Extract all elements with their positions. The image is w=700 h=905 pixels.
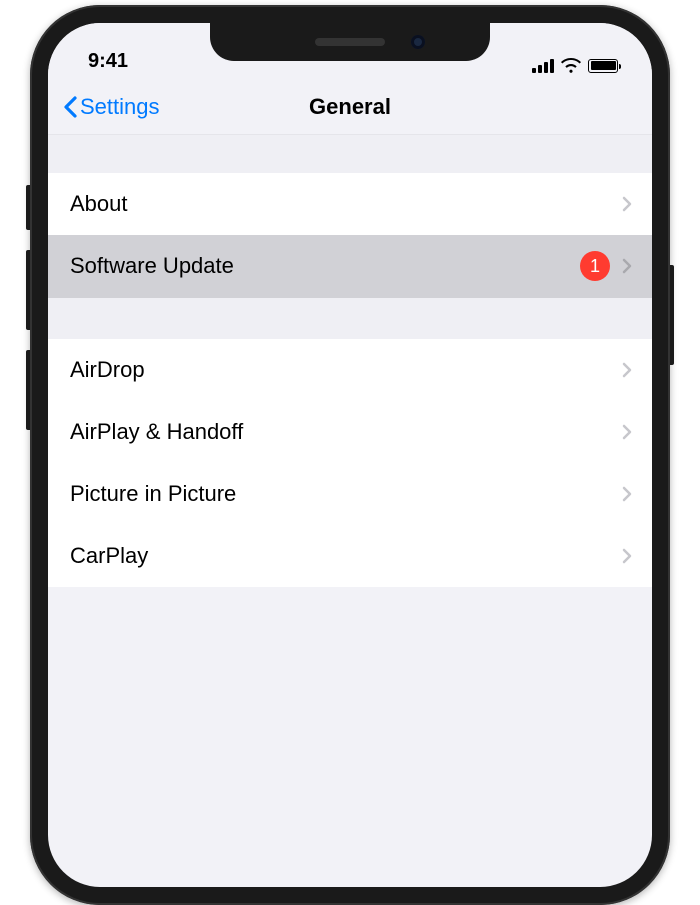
settings-group-2: AirDrop AirPlay & Handoff Picture in Pic… [48,339,652,587]
screen: 9:41 Settings General [48,23,652,887]
side-button [670,265,674,365]
row-label: CarPlay [70,543,622,569]
notch [210,23,490,61]
chevron-right-icon [622,362,632,378]
row-airdrop[interactable]: AirDrop [48,339,652,401]
row-picture-in-picture[interactable]: Picture in Picture [48,463,652,525]
row-carplay[interactable]: CarPlay [48,525,652,587]
chevron-right-icon [622,424,632,440]
status-time: 9:41 [88,50,128,73]
chevron-right-icon [622,548,632,564]
chevron-right-icon [622,486,632,502]
row-label: AirDrop [70,357,622,383]
speaker-grille [315,38,385,46]
back-button[interactable]: Settings [62,94,160,120]
settings-group-1: About Software Update 1 [48,173,652,297]
phone-frame: 9:41 Settings General [30,5,670,905]
cellular-signal-icon [532,59,554,73]
row-airplay-handoff[interactable]: AirPlay & Handoff [48,401,652,463]
back-label: Settings [80,94,160,120]
row-about[interactable]: About [48,173,652,235]
row-label: Software Update [70,253,580,279]
notification-badge: 1 [580,251,610,281]
settings-content: About Software Update 1 [48,135,652,587]
row-software-update[interactable]: Software Update 1 [48,235,652,297]
status-icons [532,58,618,73]
section-divider [48,135,652,173]
front-camera [411,35,425,49]
section-divider [48,297,652,339]
nav-bar: Settings General [48,79,652,135]
chevron-back-icon [62,95,78,119]
chevron-right-icon [622,196,632,212]
wifi-icon [561,58,581,73]
row-label: Picture in Picture [70,481,622,507]
row-label: AirPlay & Handoff [70,419,622,445]
chevron-right-icon [622,258,632,274]
battery-icon [588,59,618,73]
row-label: About [70,191,622,217]
